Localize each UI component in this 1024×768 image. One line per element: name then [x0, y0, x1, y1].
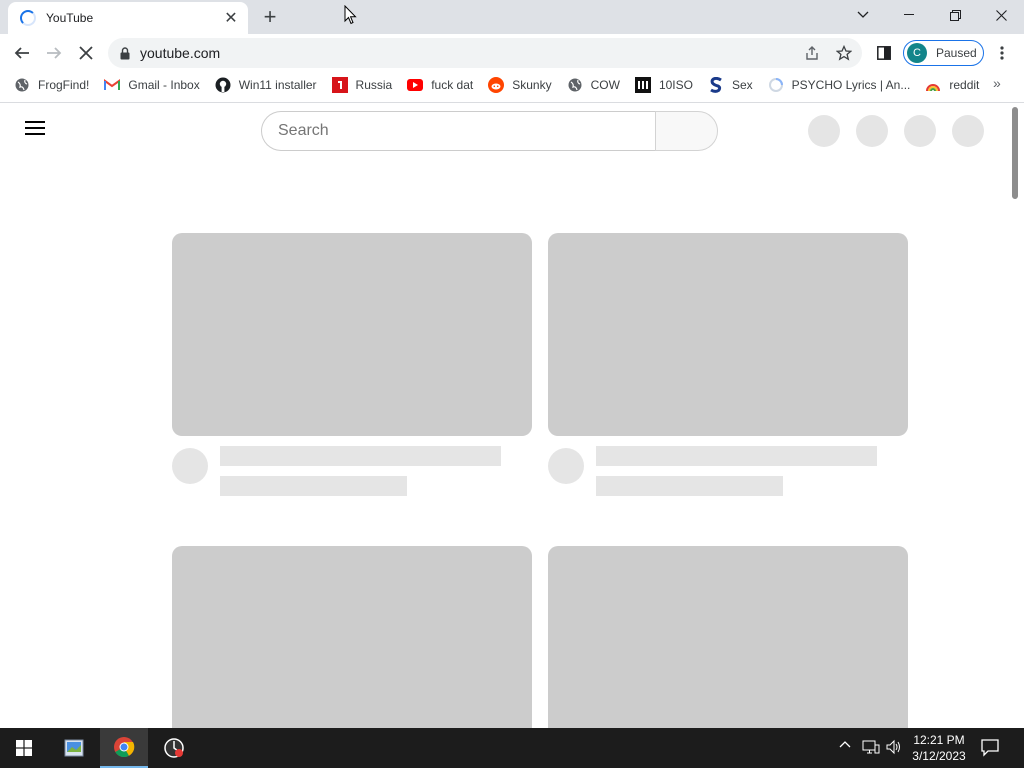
video-thumbnail-placeholder[interactable] [548, 546, 908, 728]
tab-search-chevron-icon[interactable] [840, 0, 886, 30]
bookmark-label: reddit [949, 78, 980, 92]
forward-button[interactable] [40, 39, 68, 67]
bookmarks-bar: FrogFind! Gmail - Inbox Win11 installer … [0, 72, 1024, 98]
bookmark-label: fuck dat [431, 78, 474, 92]
channel-avatar-placeholder [172, 448, 208, 484]
windows-taskbar: 12:21 PM 3/12/2023 [0, 728, 1024, 768]
taskbar-clock[interactable]: 12:21 PM 3/12/2023 [905, 732, 973, 764]
bookmark-label: Win11 installer [238, 78, 317, 92]
bookmark-label: Russia [355, 78, 393, 92]
header-placeholder-circle [856, 115, 888, 147]
url-text[interactable]: youtube.com [140, 45, 220, 61]
video-meta-placeholder [596, 476, 783, 496]
loading-spinner-icon [20, 10, 36, 26]
lock-icon[interactable] [120, 46, 130, 60]
chevron-up-icon[interactable] [839, 739, 851, 751]
start-button[interactable] [0, 728, 48, 768]
rainbow-icon [925, 77, 941, 93]
bookmark-label: PSYCHO Lyrics | An... [791, 78, 911, 92]
bookmark-label: COW [590, 78, 620, 92]
page-scrollbar[interactable] [1012, 107, 1018, 199]
minimize-button[interactable] [886, 0, 932, 30]
bookmark-win11-installer[interactable]: Win11 installer [215, 77, 317, 93]
back-button[interactable] [8, 39, 36, 67]
volume-icon[interactable] [886, 739, 902, 755]
flag-icon [331, 77, 348, 93]
share-icon[interactable] [800, 41, 824, 65]
image-viewer-app-icon[interactable] [50, 728, 98, 768]
browser-titlebar: YouTube ✕ + [0, 0, 1024, 34]
bookmark-reddit[interactable]: reddit [925, 77, 979, 93]
globe-icon [567, 77, 583, 93]
avatar: C [907, 43, 927, 63]
video-thumbnail-placeholder[interactable] [172, 546, 532, 728]
bookmark-cow[interactable]: COW [567, 77, 620, 93]
reddit-icon [488, 77, 505, 93]
bookmark-frogfind[interactable]: FrogFind! [14, 77, 89, 93]
mouse-cursor-icon [344, 4, 357, 30]
profile-button[interactable]: C Paused [903, 40, 984, 66]
bookmark-sex[interactable]: Sex [708, 77, 753, 93]
s-icon [708, 77, 724, 93]
bookmark-russia[interactable]: Russia [331, 77, 393, 93]
tab-youtube[interactable]: YouTube ✕ [8, 2, 248, 34]
menu-kebab-icon[interactable] [988, 39, 1016, 67]
bookmark-star-icon[interactable] [832, 41, 856, 65]
header-placeholder-circle [904, 115, 936, 147]
video-meta-placeholder [220, 476, 407, 496]
chrome-app-icon[interactable] [100, 728, 148, 768]
bookmark-label: 10ISO [658, 78, 693, 92]
hamburger-menu-icon[interactable] [25, 121, 45, 137]
tab-title: YouTube [46, 11, 94, 25]
museum-icon [634, 77, 651, 93]
video-thumbnail-placeholder[interactable] [548, 233, 908, 436]
bookmark-label: Gmail - Inbox [128, 78, 200, 92]
youtube-page: Search [0, 103, 1024, 728]
clock-time: 12:21 PM [913, 733, 965, 747]
bookmark-psycho-lyrics[interactable]: PSYCHO Lyrics | An... [768, 77, 911, 93]
bookmark-fuck-dat[interactable]: fuck dat [407, 77, 473, 93]
profile-status: Paused [936, 46, 977, 60]
video-title-placeholder [596, 446, 877, 466]
bookmark-label: FrogFind! [38, 78, 90, 92]
github-icon [215, 77, 231, 93]
browser-toolbar: youtube.com C Paused [0, 34, 1024, 72]
network-icon[interactable] [862, 739, 880, 755]
tab-close-icon[interactable]: ✕ [220, 7, 242, 29]
clock-date: 3/12/2023 [912, 749, 966, 763]
bookmark-skunky[interactable]: Skunky [488, 77, 552, 93]
side-panel-icon[interactable] [870, 39, 898, 67]
youtube-icon [407, 77, 424, 93]
address-bar[interactable]: youtube.com [108, 38, 862, 68]
spinner-icon [768, 77, 784, 93]
globe-icon [14, 77, 30, 93]
search-button[interactable] [655, 111, 718, 151]
video-title-placeholder [220, 446, 501, 466]
bookmark-label: Sex [731, 78, 753, 92]
stop-loading-button[interactable] [72, 39, 100, 67]
header-placeholder-circle [952, 115, 984, 147]
bookmark-label: Skunky [512, 78, 552, 92]
bookmark-10iso[interactable]: 10ISO [634, 77, 693, 93]
channel-avatar-placeholder [548, 448, 584, 484]
new-tab-button[interactable]: + [258, 4, 282, 29]
close-window-button[interactable] [978, 0, 1024, 30]
restore-button[interactable] [932, 0, 978, 30]
recorder-app-icon[interactable] [150, 728, 198, 768]
header-placeholder-circle [808, 115, 840, 147]
search-input[interactable]: Search [261, 111, 656, 151]
bookmark-gmail[interactable]: Gmail - Inbox [104, 77, 200, 93]
gmail-icon [104, 77, 121, 93]
notification-icon[interactable] [980, 737, 1000, 762]
bookmarks-overflow-button[interactable]: » [993, 75, 1001, 91]
video-thumbnail-placeholder[interactable] [172, 233, 532, 436]
